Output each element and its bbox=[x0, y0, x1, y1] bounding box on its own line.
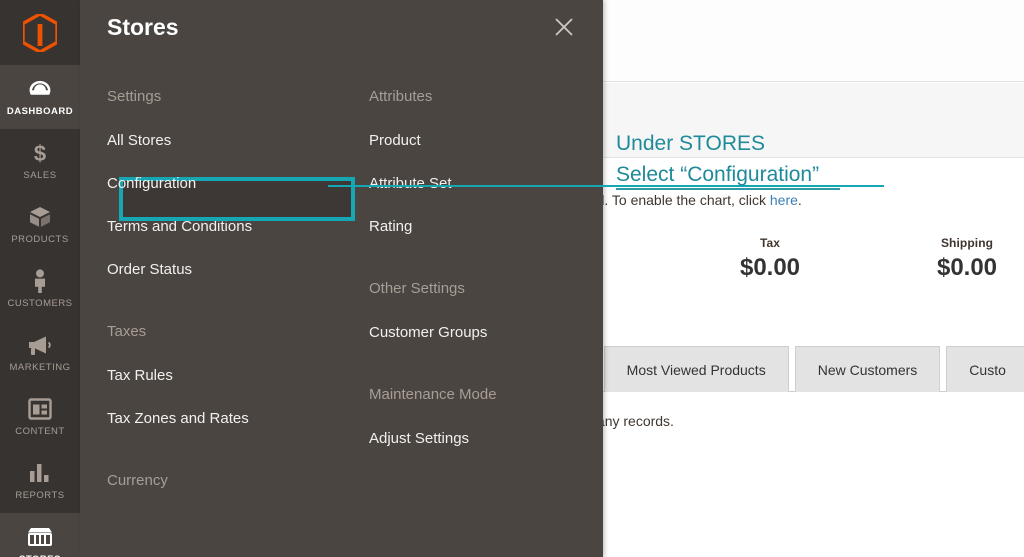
annotation-line-1: Under STORES bbox=[616, 132, 765, 155]
menu-item-configuration[interactable]: Configuration bbox=[107, 175, 357, 193]
menu-item-customer-groups[interactable]: Customer Groups bbox=[369, 324, 599, 342]
dashboard-tabs: rs Most Viewed Products New Customers Cu… bbox=[540, 346, 1024, 392]
person-icon bbox=[27, 269, 53, 293]
stat-shipping-label: Shipping bbox=[940, 236, 994, 250]
menu-item-order-status[interactable]: Order Status bbox=[107, 261, 357, 279]
menu-item-rating[interactable]: Rating bbox=[369, 218, 599, 236]
menu-group-attributes-title: Attributes bbox=[369, 88, 433, 105]
menu-item-tax-rules[interactable]: Tax Rules bbox=[107, 367, 357, 385]
tab-most-viewed-products[interactable]: Most Viewed Products bbox=[603, 346, 789, 392]
sidebar-item-products[interactable]: PRODUCTS bbox=[0, 193, 80, 257]
layout-icon bbox=[27, 397, 53, 421]
menu-column-left: Settings All Stores Configuration Terms … bbox=[107, 88, 357, 516]
menu-item-product[interactable]: Product bbox=[369, 132, 599, 150]
magento-logo[interactable] bbox=[0, 0, 80, 65]
sidebar-item-label: REPORTS bbox=[15, 490, 65, 501]
admin-sidebar: DASHBOARD $ SALES PRODUCTS CUSTOMERS MAR… bbox=[0, 0, 80, 557]
box-icon bbox=[27, 205, 53, 229]
storefront-icon bbox=[27, 525, 53, 549]
menu-item-attribute-set[interactable]: Attribute Set bbox=[369, 175, 599, 193]
gauge-icon bbox=[27, 77, 53, 101]
sidebar-item-content[interactable]: CONTENT bbox=[0, 385, 80, 449]
sidebar-item-marketing[interactable]: MARKETING bbox=[0, 321, 80, 385]
dollar-icon: $ bbox=[27, 141, 53, 165]
menu-group-other-settings-title: Other Settings bbox=[369, 280, 465, 297]
sidebar-item-label: SALES bbox=[23, 170, 57, 181]
sidebar-item-stores[interactable]: STORES bbox=[0, 513, 80, 557]
menu-item-all-stores[interactable]: All Stores bbox=[107, 132, 357, 150]
dashboard-stats: Tax $0.00 Shipping $0.00 bbox=[600, 236, 1024, 296]
svg-text:$: $ bbox=[34, 141, 46, 165]
stat-tax-value: $0.00 bbox=[739, 254, 801, 281]
sidebar-item-label: CONTENT bbox=[15, 426, 65, 437]
sidebar-item-sales[interactable]: $ SALES bbox=[0, 129, 80, 193]
megaphone-icon bbox=[27, 333, 53, 357]
menu-column-right: Attributes Product Attribute Set Rating … bbox=[369, 88, 599, 473]
sidebar-item-customers[interactable]: CUSTOMERS bbox=[0, 257, 80, 321]
stat-tax-label: Tax bbox=[759, 236, 781, 250]
stat-shipping-value: $0.00 bbox=[936, 254, 998, 281]
menu-group-currency-title: Currency bbox=[107, 472, 168, 489]
annotation-underline bbox=[616, 188, 840, 190]
tab-customers[interactable]: Custo bbox=[946, 346, 1024, 392]
magento-admin-screen: isabled. To enable the chart, click here… bbox=[0, 0, 1024, 557]
stat-tax: Tax $0.00 bbox=[690, 236, 850, 282]
sidebar-item-label: DASHBOARD bbox=[6, 106, 74, 117]
bar-chart-icon bbox=[27, 461, 53, 485]
close-icon[interactable] bbox=[551, 14, 577, 40]
menu-group-settings-title: Settings bbox=[107, 88, 162, 105]
sidebar-item-reports[interactable]: REPORTS bbox=[0, 449, 80, 513]
annotation-text: Under STORES Select “Configuration” bbox=[616, 128, 819, 190]
menu-item-terms-and-conditions[interactable]: Terms and Conditions bbox=[107, 218, 357, 236]
enable-chart-link[interactable]: here bbox=[770, 192, 798, 208]
chart-notice-suffix: . bbox=[797, 192, 802, 208]
sidebar-item-dashboard[interactable]: DASHBOARD bbox=[0, 65, 80, 129]
menu-panel-title: Stores bbox=[107, 14, 179, 40]
stores-menu-panel: Stores Settings All Stores Configuration… bbox=[80, 0, 603, 557]
sidebar-item-label: CUSTOMERS bbox=[7, 298, 73, 309]
menu-item-adjust-settings[interactable]: Adjust Settings bbox=[369, 430, 599, 448]
stat-shipping: Shipping $0.00 bbox=[887, 236, 1024, 282]
menu-group-maintenance-mode-title: Maintenance Mode bbox=[369, 386, 497, 403]
annotation-line-2: Select “Configuration” bbox=[616, 163, 820, 186]
tab-new-customers[interactable]: New Customers bbox=[794, 346, 941, 392]
menu-group-taxes-title: Taxes bbox=[107, 323, 147, 340]
sidebar-item-label: PRODUCTS bbox=[11, 234, 69, 245]
sidebar-item-label: MARKETING bbox=[9, 362, 71, 373]
menu-item-tax-zones-and-rates[interactable]: Tax Zones and Rates bbox=[107, 410, 357, 428]
